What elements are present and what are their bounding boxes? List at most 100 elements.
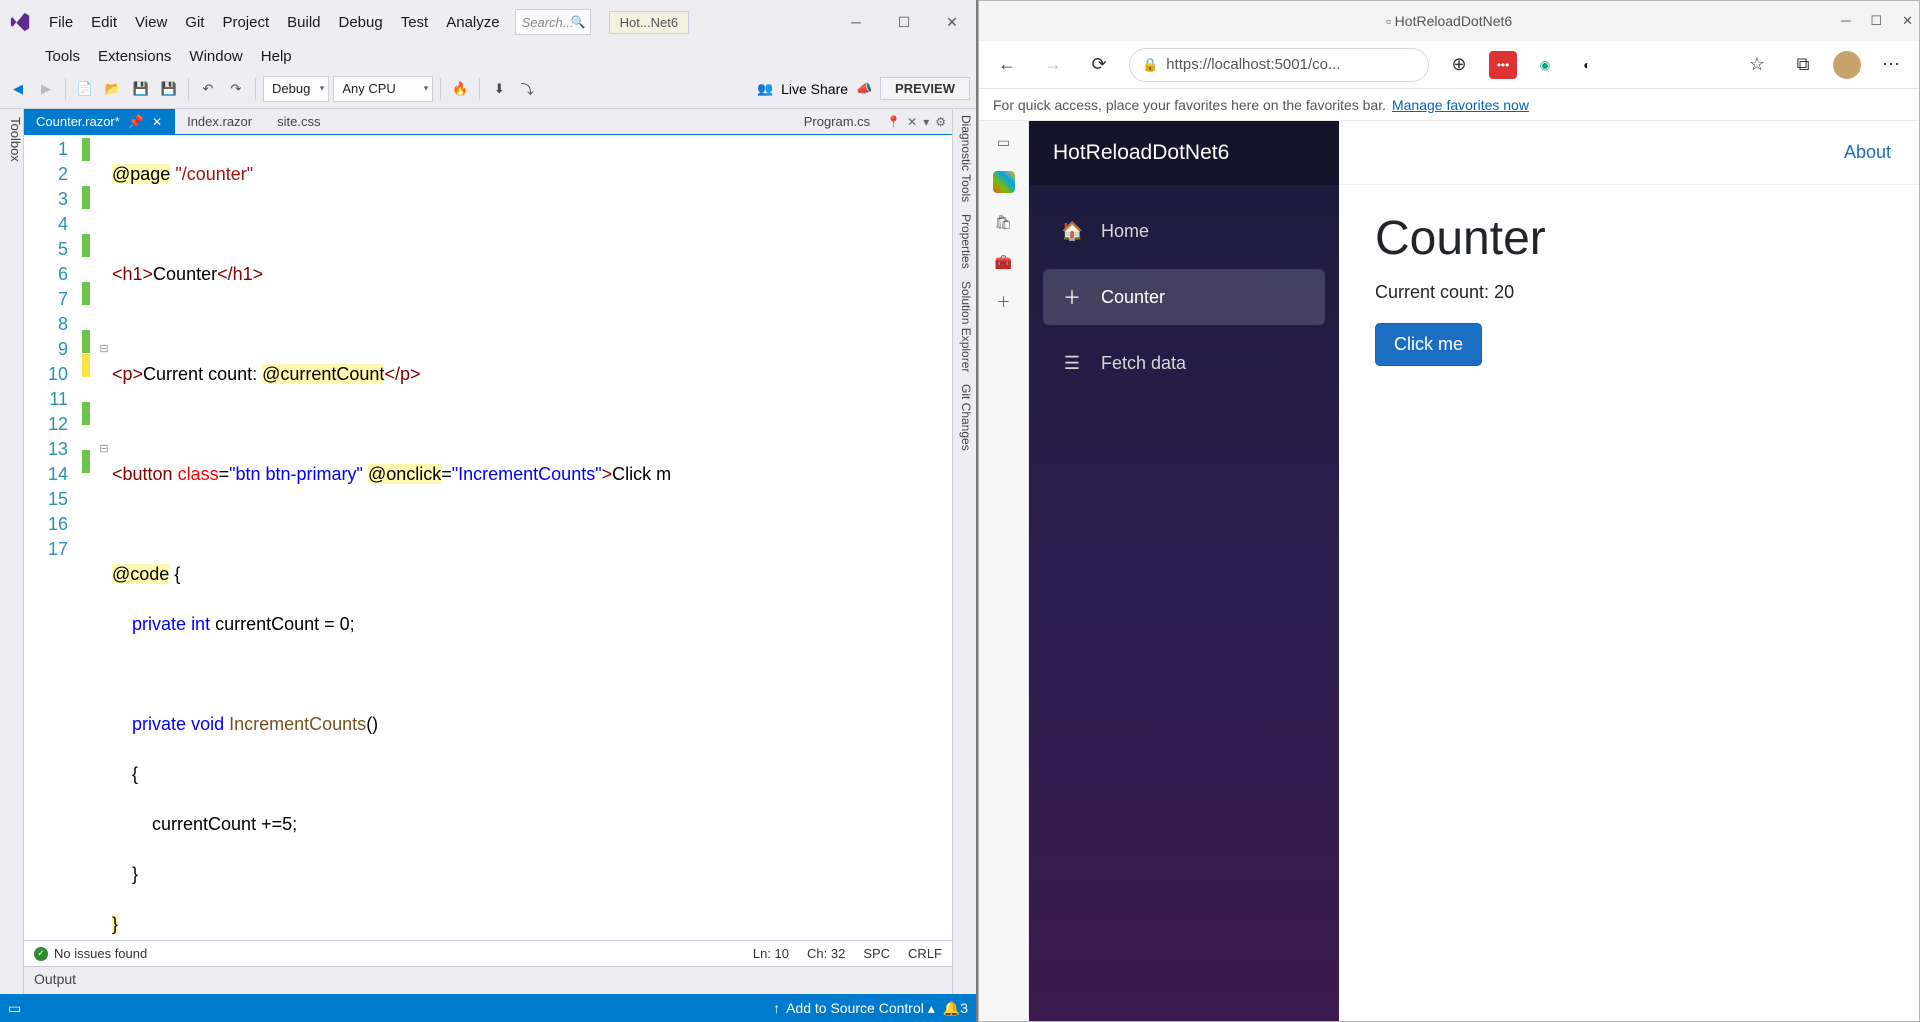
undo-button[interactable]: ↶	[196, 77, 220, 101]
tab-index-razor[interactable]: Index.razor	[175, 109, 265, 134]
menu-tools[interactable]: Tools	[36, 44, 89, 69]
tab-pin-icon[interactable]: 📍	[886, 115, 901, 129]
right-rails: Diagnostic Tools Properties Solution Exp…	[952, 109, 976, 1022]
rail-tabs-icon[interactable]: ▭	[993, 131, 1015, 153]
code-token: private	[132, 714, 186, 734]
menu-window[interactable]: Window	[180, 44, 251, 69]
statusbar-ready-icon: ▭	[8, 1000, 21, 1017]
feedback-button[interactable]: 📣	[852, 77, 876, 101]
nav-fetchdata[interactable]: ☰Fetch data	[1043, 335, 1325, 391]
nav-fwd-button[interactable]: ▶	[34, 77, 58, 101]
vs-menubar: File Edit View Git Project Build Debug T…	[40, 10, 509, 35]
manage-favorites-link[interactable]: Manage favorites now	[1392, 97, 1529, 113]
toolbox-rail[interactable]: Toolbox	[0, 109, 24, 1022]
redo-button[interactable]: ↷	[224, 77, 248, 101]
page-body: Counter Current count: 20 Click me	[1339, 185, 1919, 392]
close-button[interactable]: ✕	[928, 6, 976, 38]
menu-file[interactable]: File	[40, 10, 82, 35]
menu-debug[interactable]: Debug	[330, 10, 392, 35]
address-bar[interactable]: 🔒https://localhost:5001/co...	[1129, 48, 1429, 82]
rail-diagnostic[interactable]: Diagnostic Tools	[953, 109, 976, 208]
menu-view[interactable]: View	[126, 10, 176, 35]
rail-solution-explorer[interactable]: Solution Explorer	[953, 275, 976, 378]
save-button[interactable]: 💾	[129, 77, 153, 101]
solution-badge[interactable]: Hot...Net6	[609, 11, 690, 34]
tab-site-css[interactable]: site.css	[265, 109, 333, 134]
source-control-button[interactable]: ↑Add to Source Control ▴	[773, 1000, 935, 1017]
step-button[interactable]: ⬇	[487, 77, 511, 101]
forward-button[interactable]: →	[1037, 49, 1069, 81]
maximize-button[interactable]: ☐	[880, 6, 928, 38]
nav-counter[interactable]: ＋Counter	[1043, 269, 1325, 325]
code-token: currentCount +=5;	[152, 814, 297, 834]
back-button[interactable]: ←	[991, 49, 1023, 81]
code-token: private	[132, 614, 186, 634]
code-token: }	[112, 914, 118, 934]
minimize-button[interactable]: ─	[832, 6, 880, 38]
menu-extensions[interactable]: Extensions	[89, 44, 180, 69]
new-project-button[interactable]: 📄	[73, 77, 97, 101]
output-panel-header[interactable]: Output	[24, 966, 952, 994]
menu-project[interactable]: Project	[213, 10, 278, 35]
favorites-button[interactable]: ☆	[1741, 49, 1773, 81]
close-icon[interactable]: ✕	[152, 115, 162, 129]
code-token: @code	[112, 564, 169, 584]
ext-lastpass-icon[interactable]: •••	[1489, 51, 1517, 79]
edge-maximize-button[interactable]: ☐	[1870, 13, 1882, 29]
visual-studio-window: File Edit View Git Project Build Debug T…	[0, 0, 978, 1022]
tab-program-cs[interactable]: Program.cs	[794, 109, 880, 134]
app-install-icon[interactable]: ⊕	[1443, 49, 1475, 81]
config-combo[interactable]: Debug	[263, 76, 329, 102]
hotreload-button[interactable]: 🔥	[448, 77, 472, 101]
top-row: About	[1339, 121, 1919, 185]
tab-counter-razor[interactable]: Counter.razor*📌✕	[24, 109, 175, 134]
vs-logo-icon	[6, 8, 34, 36]
rail-git-changes[interactable]: Git Changes	[953, 378, 976, 457]
ext-generic-icon[interactable]: ◐	[1573, 51, 1601, 79]
nav-menu: 🏠Home ＋Counter ☰Fetch data	[1029, 185, 1339, 409]
rail-shopping-icon[interactable]: 🛍	[993, 211, 1015, 233]
nav-back-button[interactable]: ◀	[6, 77, 30, 101]
menu-edit[interactable]: Edit	[82, 10, 126, 35]
click-me-button[interactable]: Click me	[1375, 323, 1482, 366]
notifications-button[interactable]: 🔔3	[943, 1000, 968, 1017]
menu-test[interactable]: Test	[392, 10, 438, 35]
tab-dropdown-icon[interactable]: ▾	[923, 115, 929, 129]
step-over-button[interactable]: ⤵	[515, 77, 539, 101]
tab-gear-icon[interactable]: ⚙	[935, 115, 946, 129]
code-editor[interactable]: 1234567891011121314151617 ⊟⊟ @page "/cou…	[24, 135, 952, 940]
refresh-button[interactable]: ⟳	[1083, 49, 1115, 81]
profile-avatar[interactable]	[1833, 51, 1861, 79]
open-button[interactable]: 📂	[101, 77, 125, 101]
code-token: =	[219, 464, 230, 484]
more-button[interactable]: ⋯	[1875, 49, 1907, 81]
save-all-button[interactable]: 💾	[157, 77, 181, 101]
menu-build[interactable]: Build	[278, 10, 329, 35]
menu-help[interactable]: Help	[252, 44, 301, 69]
ext-grammarly-icon[interactable]: ◉	[1531, 51, 1559, 79]
code-content[interactable]: @page "/counter" <h1>Counter</h1> <p>Cur…	[112, 135, 952, 940]
rail-ms-icon[interactable]	[993, 171, 1015, 193]
menu-analyze[interactable]: Analyze	[437, 10, 508, 35]
vs-search-input[interactable]: Search...🔍	[515, 9, 591, 35]
edge-minimize-button[interactable]: ─	[1841, 13, 1850, 29]
edge-toolbar: ← → ⟳ 🔒https://localhost:5001/co... ⊕ ••…	[979, 41, 1919, 89]
menu-git[interactable]: Git	[176, 10, 213, 35]
liveshare-label[interactable]: Live Share	[781, 81, 848, 97]
about-link[interactable]: About	[1844, 142, 1891, 163]
rail-add-icon[interactable]: ＋	[993, 291, 1015, 313]
rail-tools-icon[interactable]: 🧰	[993, 251, 1015, 273]
window-buttons: ─ ☐ ✕	[832, 6, 976, 38]
tab-close-icon[interactable]: ✕	[907, 115, 917, 129]
code-token: currentCount = 0;	[210, 614, 355, 634]
rail-properties[interactable]: Properties	[953, 208, 976, 275]
code-token: Counter	[153, 264, 217, 284]
nav-home[interactable]: 🏠Home	[1043, 203, 1325, 259]
code-token: @onclick	[368, 464, 441, 484]
edge-close-button[interactable]: ✕	[1902, 13, 1913, 29]
platform-combo[interactable]: Any CPU	[333, 76, 433, 102]
pin-icon[interactable]: 📌	[128, 114, 144, 130]
code-token: @currentCount	[262, 364, 384, 384]
collections-button[interactable]: ⧉	[1787, 49, 1819, 81]
liveshare-icon[interactable]: 👥	[753, 77, 777, 101]
